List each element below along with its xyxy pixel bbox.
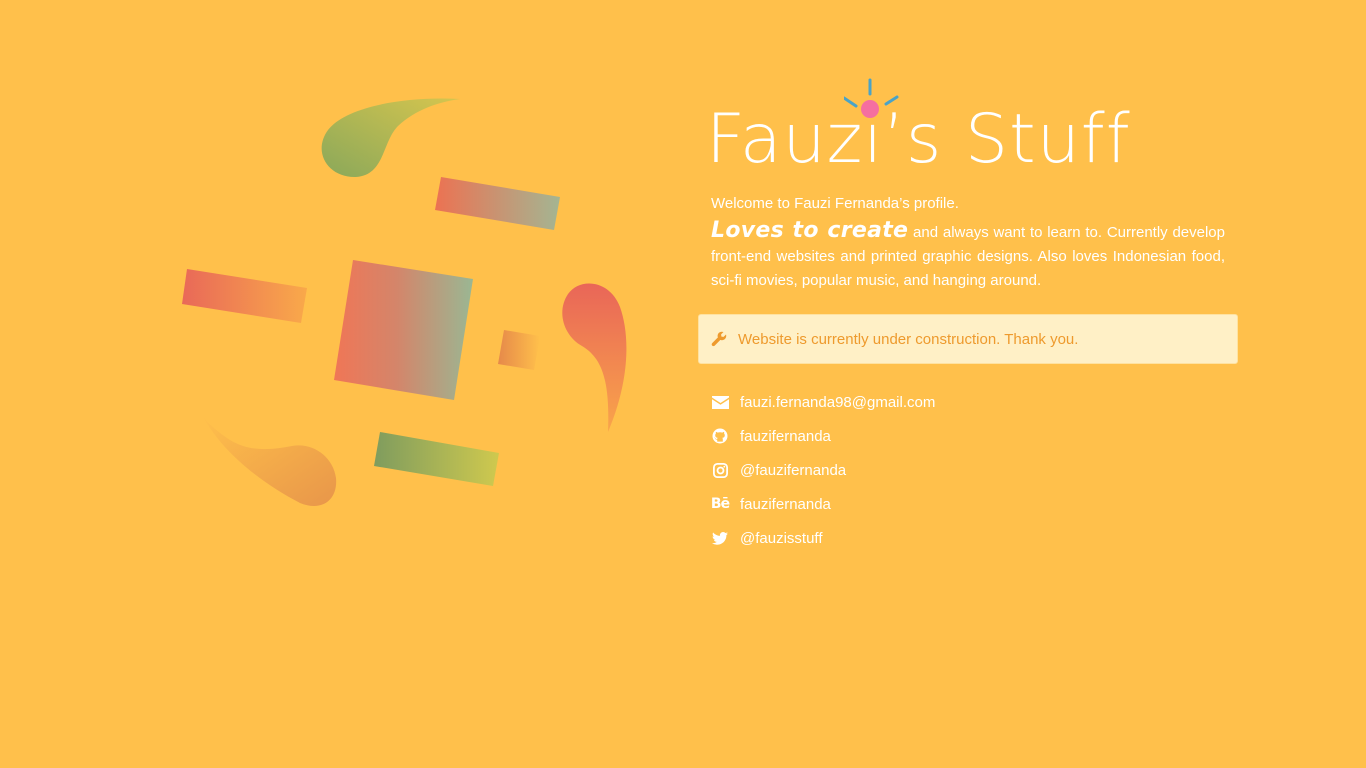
behance-icon: Bē (710, 496, 730, 512)
bar-shape (182, 269, 307, 323)
envelope-icon (711, 393, 729, 411)
behance-link[interactable]: fauzifernanda (740, 496, 831, 513)
instagram-link[interactable]: @fauzifernanda (740, 462, 846, 479)
contact-list: fauzi.fernanda98@gmail.com fauzifernanda… (711, 385, 935, 555)
intro: Welcome to Fauzi Fernanda’s profile. Lov… (711, 193, 1225, 293)
bar-shape (435, 177, 560, 230)
wrench-icon (711, 331, 727, 347)
github-icon (711, 427, 729, 445)
contact-behance: Bē fauzifernanda (711, 487, 935, 521)
bar-shape (374, 432, 499, 486)
twitter-icon (711, 529, 729, 547)
email-link[interactable]: fauzi.fernanda98@gmail.com (740, 394, 935, 411)
page: Fauzi’s Stuff Welcome to Fauzi Fernanda’… (0, 0, 1366, 768)
bio-text: Loves to create and always want to learn… (711, 219, 1225, 293)
contact-email: fauzi.fernanda98@gmail.com (711, 385, 935, 419)
green-teardrop-shape (321, 98, 460, 178)
hero-illustration (160, 80, 660, 530)
small-rect-shape (498, 330, 540, 370)
contact-instagram: @fauzifernanda (711, 453, 935, 487)
comma-shape (562, 283, 627, 432)
site-title-block: Fauzi’s Stuff (706, 72, 1130, 182)
sparkle-icon (842, 76, 904, 122)
github-link[interactable]: fauzifernanda (740, 428, 831, 445)
contact-github: fauzifernanda (711, 419, 935, 453)
bio-emphasis: Loves to create (711, 218, 909, 243)
site-title: Fauzi’s Stuff (706, 100, 1131, 179)
construction-notice: Website is currently under construction.… (698, 314, 1238, 364)
instagram-icon (711, 461, 729, 479)
notice-text: Website is currently under construction.… (738, 330, 1079, 348)
welcome-text: Welcome to Fauzi Fernanda’s profile. (711, 195, 959, 212)
square-shape (334, 260, 473, 400)
contact-twitter: @fauzisstuff (711, 521, 935, 555)
twitter-link[interactable]: @fauzisstuff (740, 530, 823, 547)
orange-teardrop-shape (202, 415, 337, 507)
